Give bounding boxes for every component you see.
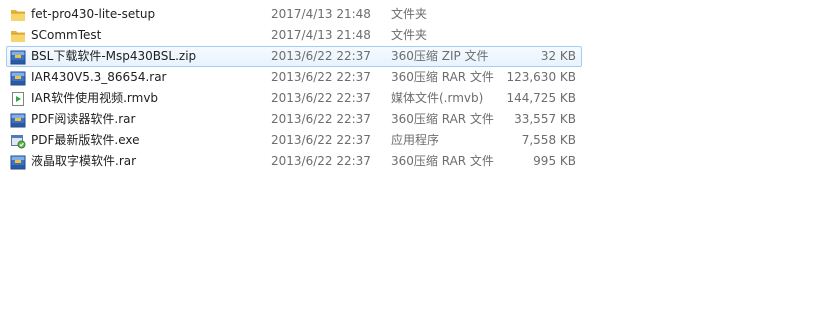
file-type: 媒体文件(.rmvb) — [391, 91, 484, 105]
file-row-pdf-exe[interactable]: PDF最新版软件.exe 2013/6/22 22:37 应用程序 7,558 … — [0, 130, 819, 151]
file-modified: 2013/6/22 22:37 — [271, 91, 371, 105]
file-list: fet-pro430-lite-setup 2017/4/13 21:48 文件… — [0, 4, 819, 172]
file-size: 123,630 KB — [506, 70, 576, 84]
file-modified: 2013/6/22 22:37 — [271, 112, 371, 126]
file-size: 995 KB — [533, 154, 576, 168]
archive-icon — [10, 70, 26, 86]
file-modified: 2013/6/22 22:37 — [271, 49, 371, 63]
file-size — [498, 25, 576, 46]
file-name: fet-pro430-lite-setup — [31, 7, 156, 21]
file-size: 144,725 KB — [506, 91, 576, 105]
file-row-pdf-reader-rar[interactable]: PDF阅读器软件.rar 2013/6/22 22:37 360压缩 RAR 文… — [0, 109, 819, 130]
file-type: 文件夹 — [391, 7, 428, 21]
archive-icon — [10, 49, 26, 65]
archive-icon — [10, 154, 26, 170]
folder-icon — [10, 28, 26, 44]
file-type: 360压缩 ZIP 文件 — [391, 49, 489, 63]
file-type: 360压缩 RAR 文件 — [391, 112, 494, 126]
file-modified: 2017/4/13 21:48 — [271, 28, 371, 42]
file-row-iar-video-rmvb[interactable]: IAR软件使用视频.rmvb 2013/6/22 22:37 媒体文件(.rmv… — [0, 88, 819, 109]
file-name: BSL下载软件-Msp430BSL.zip — [31, 49, 197, 63]
file-modified: 2017/4/13 21:48 — [271, 7, 371, 21]
file-name: PDF最新版软件.exe — [31, 133, 140, 147]
file-row-lcd-font-rar[interactable]: 液晶取字模软件.rar 2013/6/22 22:37 360压缩 RAR 文件… — [0, 151, 819, 172]
file-name: 液晶取字模软件.rar — [31, 154, 137, 168]
file-size: 7,558 KB — [521, 133, 576, 147]
media-icon — [10, 91, 26, 107]
file-name: SCommTest — [31, 28, 102, 42]
file-name: PDF阅读器软件.rar — [31, 112, 136, 126]
file-size: 33,557 KB — [514, 112, 576, 126]
file-name: IAR软件使用视频.rmvb — [31, 91, 159, 105]
file-type: 文件夹 — [391, 28, 428, 42]
file-type: 应用程序 — [391, 133, 440, 147]
file-modified: 2013/6/22 22:37 — [271, 70, 371, 84]
file-row-iar430-rar[interactable]: IAR430V5.3_86654.rar 2013/6/22 22:37 360… — [0, 67, 819, 88]
installer-icon — [10, 133, 26, 149]
file-modified: 2013/6/22 22:37 — [271, 133, 371, 147]
file-type: 360压缩 RAR 文件 — [391, 154, 494, 168]
file-row-fet-pro430-lite-setup[interactable]: fet-pro430-lite-setup 2017/4/13 21:48 文件… — [0, 4, 819, 25]
file-size — [498, 4, 576, 25]
file-type: 360压缩 RAR 文件 — [391, 70, 494, 84]
file-size: 32 KB — [540, 49, 576, 63]
file-row-scommtest[interactable]: SCommTest 2017/4/13 21:48 文件夹 — [0, 25, 819, 46]
file-name: IAR430V5.3_86654.rar — [31, 70, 167, 84]
archive-icon — [10, 112, 26, 128]
file-row-bsl-zip[interactable]: BSL下载软件-Msp430BSL.zip 2013/6/22 22:37 36… — [0, 46, 819, 67]
file-modified: 2013/6/22 22:37 — [271, 154, 371, 168]
folder-icon — [10, 7, 26, 23]
